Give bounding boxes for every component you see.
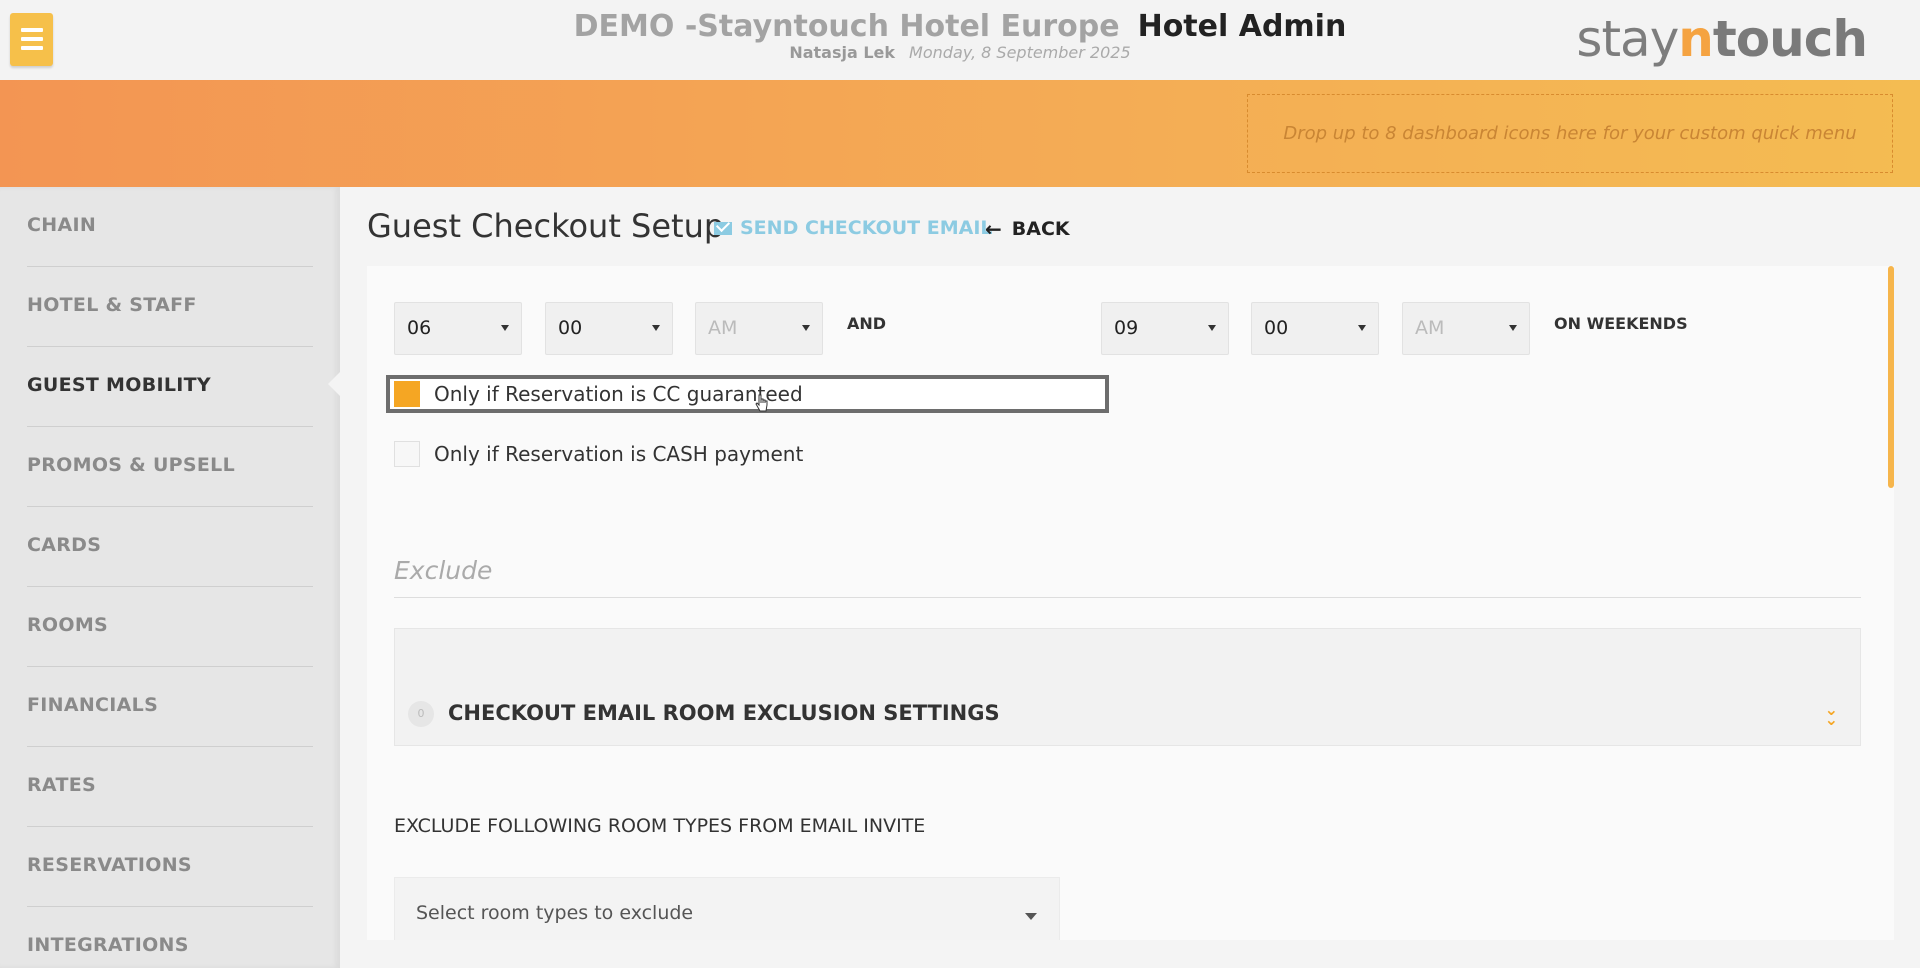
user-name: Natasja Lek [789,43,896,62]
room-types-placeholder: Select room types to exclude [416,902,694,924]
cash-payment-checkbox-row[interactable]: Only if Reservation is CASH payment [394,438,803,470]
room-exclusion-accordion[interactable]: 0 CHECKOUT EMAIL ROOM EXCLUSION SETTINGS… [394,628,1861,746]
start-hour-select[interactable]: 06 [394,302,522,355]
end-hour-value: 09 [1114,317,1139,339]
start-ampm-value: AM [708,317,738,339]
accordion-title: CHECKOUT EMAIL ROOM EXCLUSION SETTINGS [448,701,1000,725]
logo-part-touch: touch [1712,10,1868,68]
sidebar-item-financials[interactable]: FINANCIALS [27,667,313,747]
sidebar-item-label: INTEGRATIONS [27,934,189,956]
quick-menu-band: Drop up to 8 dashboard icons here for yo… [0,80,1920,187]
and-label: AND [847,314,887,333]
caret-down-icon [802,325,810,331]
active-item-pointer [328,372,340,396]
exclude-room-types-label: EXCLUDE FOLLOWING ROOM TYPES FROM EMAIL … [394,815,926,837]
sidebar-item-integrations[interactable]: INTEGRATIONS [27,907,313,968]
sidebar-item-reservations[interactable]: RESERVATIONS [27,827,313,907]
cc-guaranteed-checkbox-row[interactable]: Only if Reservation is CC guaranteed [394,378,803,410]
sidebar-item-rooms[interactable]: ROOMS [27,587,313,667]
cash-payment-checkbox[interactable] [394,441,420,467]
content-scrollbar[interactable] [1888,266,1894,488]
envelope-icon [714,221,732,235]
start-minute-select[interactable]: 00 [545,302,673,355]
stayntouch-logo: stayntouch [1576,10,1868,68]
double-chevron-down-icon[interactable]: ⌄ ⌄ [1825,702,1838,728]
exclude-divider [394,597,1861,598]
sidebar-item-chain[interactable]: CHAIN [27,187,313,267]
caret-down-icon [1509,325,1517,331]
exclude-heading: Exclude [394,556,493,585]
sidebar-item-label: RESERVATIONS [27,854,192,876]
app-name: Hotel Admin [1137,9,1347,44]
end-ampm-select[interactable]: AM [1402,302,1530,355]
page-title: Guest Checkout Setup [367,207,725,245]
quick-menu-dropzone[interactable]: Drop up to 8 dashboard icons here for yo… [1247,94,1893,173]
on-weekends-label: ON WEEKENDS [1554,314,1688,333]
current-date: Monday, 8 September 2025 [909,43,1131,62]
sidebar-item-label: HOTEL & STAFF [27,294,197,316]
sidebar-item-label: GUEST MOBILITY [27,374,211,396]
sidebar-item-promos-upsell[interactable]: PROMOS & UPSELL [27,427,313,507]
cc-guaranteed-label: Only if Reservation is CC guaranteed [434,382,803,406]
hotel-name: DEMO -Stayntouch Hotel Europe [573,9,1120,44]
start-hour-value: 06 [407,317,432,339]
end-minute-value: 00 [1264,317,1289,339]
sidebar-item-hotel-staff[interactable]: HOTEL & STAFF [27,267,313,347]
sidebar-item-label: RATES [27,774,96,796]
send-checkout-email-button[interactable]: SEND CHECKOUT EMAIL [714,217,993,239]
caret-down-icon [1208,325,1216,331]
caret-down-icon [652,325,660,331]
send-checkout-email-label: SEND CHECKOUT EMAIL [740,217,993,239]
end-ampm-value: AM [1415,317,1445,339]
hand-pointer-icon [755,394,768,412]
sidebar-item-guest-mobility[interactable]: GUEST MOBILITY [27,347,313,427]
exclusion-count-badge: 0 [408,701,434,727]
dropzone-placeholder: Drop up to 8 dashboard icons here for yo… [1283,123,1857,144]
sidebar-item-label: PROMOS & UPSELL [27,454,235,476]
sidebar-item-label: ROOMS [27,614,109,636]
arrow-left-icon: ← [985,217,1002,241]
cash-payment-label: Only if Reservation is CASH payment [434,442,804,466]
right-gutter [1894,187,1920,968]
cc-guaranteed-checkbox[interactable] [394,381,420,407]
content-panel: 06 00 AM AND 09 00 AM ON WEEKENDS Only i… [367,266,1894,940]
end-hour-select[interactable]: 09 [1101,302,1229,355]
back-button[interactable]: ← BACK [985,217,1070,241]
sidebar-item-cards[interactable]: CARDS [27,507,313,587]
caret-down-icon [1025,913,1037,920]
sidebar-item-rates[interactable]: RATES [27,747,313,827]
logo-part-n: n [1678,10,1714,68]
caret-down-icon [1358,325,1366,331]
back-label: BACK [1011,218,1070,240]
logo-part-stay: stay [1576,10,1679,68]
sidebar-item-label: FINANCIALS [27,694,159,716]
sidebar-item-label: CHAIN [27,214,97,236]
room-types-select[interactable]: Select room types to exclude [394,877,1060,940]
app-header: DEMO -Stayntouch Hotel Europe Hotel Admin… [0,0,1920,80]
sidebar-item-label: CARDS [27,534,102,556]
start-minute-value: 00 [558,317,583,339]
sidebar-nav: CHAIN HOTEL & STAFF GUEST MOBILITY PROMO… [0,187,340,968]
end-minute-select[interactable]: 00 [1251,302,1379,355]
start-ampm-select[interactable]: AM [695,302,823,355]
caret-down-icon [501,325,509,331]
